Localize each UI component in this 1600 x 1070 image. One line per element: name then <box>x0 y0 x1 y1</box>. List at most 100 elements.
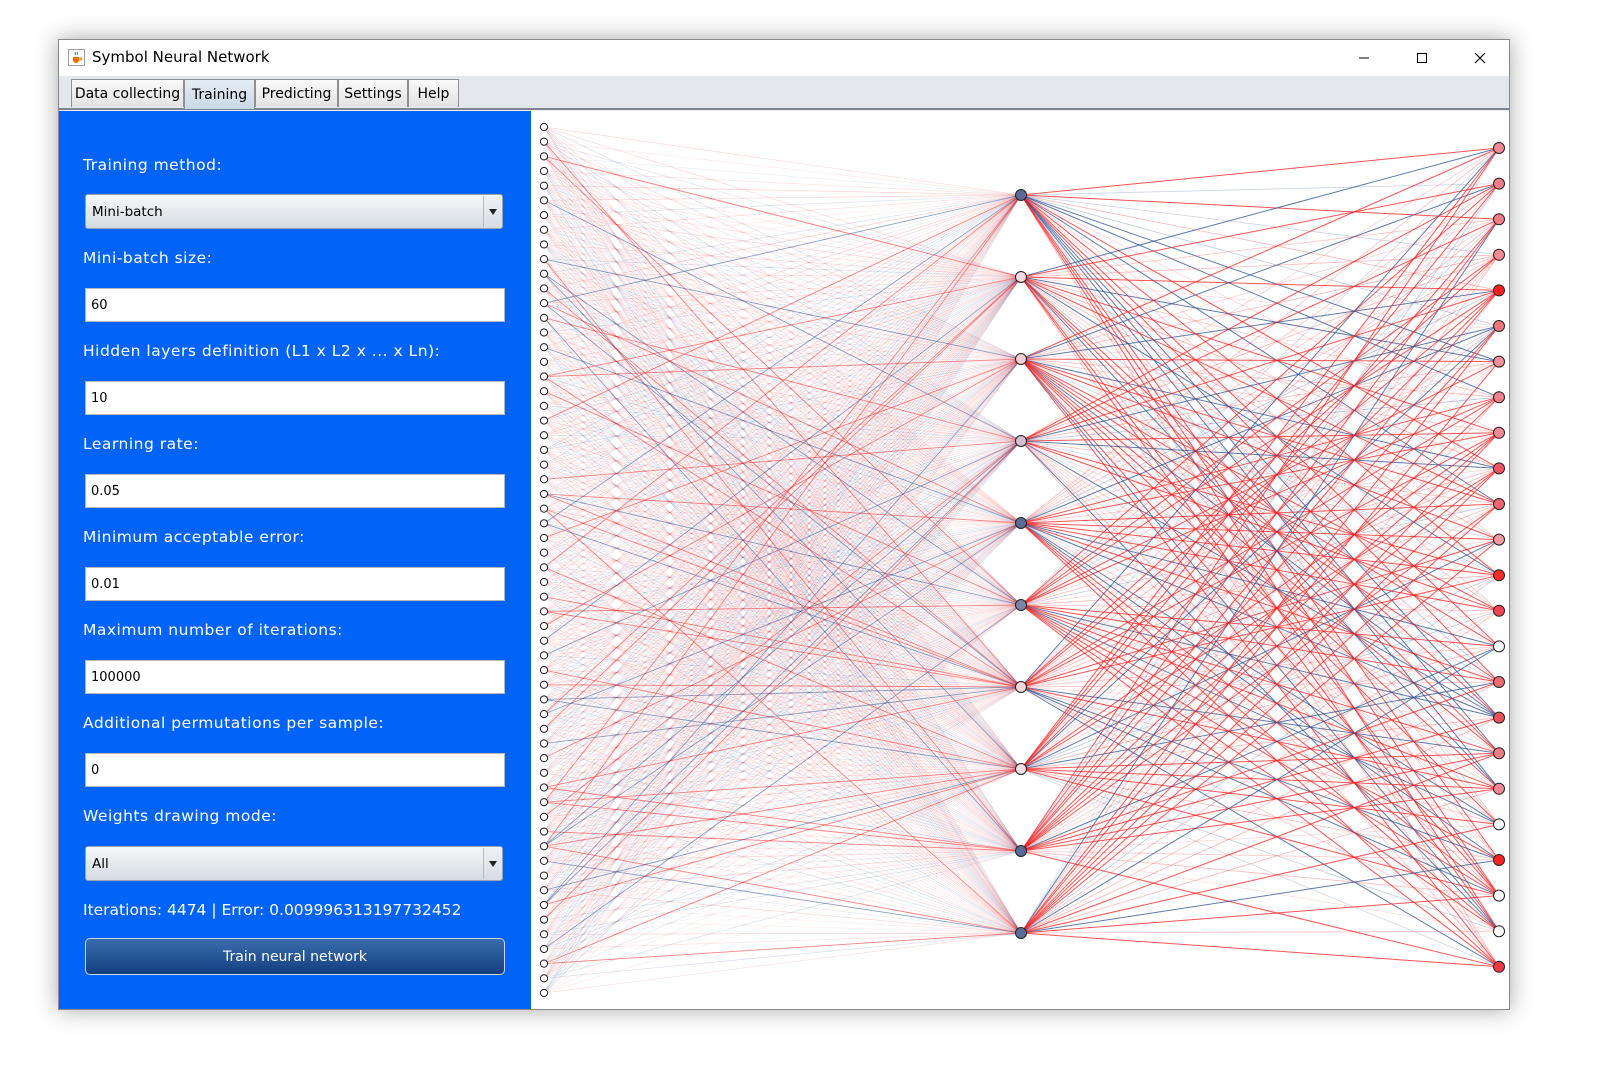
tab-predicting[interactable]: Predicting <box>255 79 338 107</box>
input-node <box>539 387 549 396</box>
hidden-node <box>1015 517 1027 529</box>
weight-line <box>1020 194 1500 220</box>
tab-training[interactable]: Training <box>184 79 255 109</box>
weight-line <box>1020 183 1500 196</box>
hidden-node <box>1015 599 1027 611</box>
hidden-layers-input[interactable] <box>85 381 505 415</box>
output-node <box>1493 177 1505 190</box>
weight-line <box>1020 289 1500 442</box>
output-node <box>1493 462 1505 475</box>
min-error-label: Minimum acceptable error: <box>83 528 305 546</box>
hidden-node <box>1015 927 1027 939</box>
input-node <box>539 886 549 895</box>
input-node <box>539 475 549 484</box>
input-node <box>539 445 549 455</box>
weight-line <box>1020 194 1500 291</box>
weight-line <box>1020 895 1500 934</box>
input-node <box>539 328 549 337</box>
tab-settings[interactable]: Settings <box>338 79 408 107</box>
input-node <box>539 827 549 836</box>
input-node <box>539 416 549 425</box>
drawing-mode-label: Weights drawing mode: <box>83 807 277 825</box>
java-cup-icon <box>68 49 85 66</box>
weight-line <box>1020 254 1500 934</box>
input-node <box>539 401 549 410</box>
input-node <box>539 651 549 660</box>
training-status-text: Iterations: 4474 | Error: 0.009996313197… <box>83 901 462 919</box>
input-node <box>539 504 549 513</box>
input-node <box>539 798 549 807</box>
input-node <box>539 974 549 983</box>
input-node <box>539 166 549 176</box>
training-method-select[interactable]: Mini-batch <box>85 194 503 229</box>
learning-rate-label: Learning rate: <box>83 435 199 453</box>
input-node <box>539 739 549 748</box>
input-node <box>539 196 549 205</box>
weight-line <box>1020 930 1500 934</box>
weight-line <box>1020 440 1500 469</box>
weight-line <box>543 170 1022 196</box>
output-node <box>1493 747 1505 760</box>
input-node <box>539 372 549 381</box>
input-node <box>539 313 549 322</box>
learning-rate-input[interactable] <box>85 474 505 508</box>
train-network-button[interactable]: Train neural network <box>85 938 505 975</box>
permutations-input[interactable] <box>85 753 505 787</box>
dropdown-arrow-icon[interactable] <box>483 196 501 227</box>
output-node <box>1493 426 1505 439</box>
dropdown-arrow-icon[interactable] <box>483 848 501 879</box>
weight-line <box>1020 147 1500 196</box>
tab-data-collecting[interactable]: Data collecting <box>71 79 184 107</box>
mini-batch-size-label: Mini-batch size: <box>83 249 213 267</box>
output-node <box>1493 248 1505 261</box>
output-node <box>1493 676 1505 688</box>
weight-line <box>1020 358 1500 469</box>
output-node <box>1493 142 1505 154</box>
tab-bar: Data collecting Training Predicting Sett… <box>59 76 1509 110</box>
input-node <box>539 489 549 499</box>
weight-line <box>543 156 1022 196</box>
output-node <box>1493 782 1505 795</box>
input-node <box>539 343 549 352</box>
output-node <box>1493 533 1505 546</box>
input-node <box>539 930 549 939</box>
input-node <box>539 915 549 924</box>
input-node <box>539 240 549 249</box>
weight-line <box>1020 396 1500 524</box>
weight-line <box>1020 194 1500 327</box>
input-node <box>539 519 549 528</box>
input-node <box>539 695 549 704</box>
minimize-icon[interactable] <box>1341 40 1387 76</box>
output-node <box>1493 391 1505 404</box>
input-node <box>539 548 549 557</box>
input-node <box>539 754 549 763</box>
output-node <box>1493 640 1505 653</box>
input-node <box>539 577 549 587</box>
drawing-mode-select[interactable]: All <box>85 846 503 881</box>
output-node <box>1493 854 1505 866</box>
input-node <box>539 255 549 264</box>
mini-batch-size-input[interactable] <box>85 288 505 322</box>
input-node <box>539 431 549 440</box>
hidden-node <box>1015 189 1027 201</box>
input-node <box>539 636 549 645</box>
output-node <box>1493 498 1505 510</box>
weight-line <box>1020 823 1500 934</box>
min-error-input[interactable] <box>85 567 505 601</box>
weight-line <box>1020 218 1500 278</box>
input-node <box>539 665 549 675</box>
training-method-value: Mini-batch <box>92 204 163 220</box>
maximize-icon[interactable] <box>1399 40 1445 76</box>
input-node <box>539 152 549 161</box>
tab-help[interactable]: Help <box>408 79 459 107</box>
input-node <box>539 842 549 851</box>
max-iterations-input[interactable] <box>85 660 505 694</box>
input-node <box>539 563 549 572</box>
output-node <box>1493 284 1505 297</box>
input-node <box>539 871 549 880</box>
hidden-node <box>1015 271 1027 283</box>
input-node <box>539 768 549 777</box>
weight-line <box>543 768 1022 994</box>
input-node <box>539 137 549 146</box>
close-icon[interactable] <box>1457 40 1503 76</box>
